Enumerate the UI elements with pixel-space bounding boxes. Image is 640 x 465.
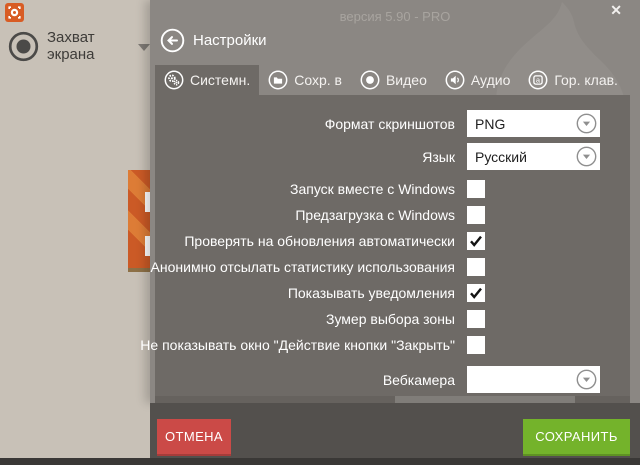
svg-text:a: a [536, 76, 541, 85]
row-no-close-dialog: Не показывать окно "Действие кнопки "Зак… [165, 332, 600, 358]
dropdown-arrow-icon [576, 146, 597, 167]
back-button[interactable] [160, 28, 185, 53]
row-notifications: Показывать уведомления [165, 280, 600, 306]
checkmark-icon [468, 285, 484, 301]
version-label: версия 5.90 - PRO [150, 9, 640, 24]
language-select-value: Русский [475, 149, 527, 165]
language-label: Язык [422, 149, 455, 165]
dropdown-arrow-icon [576, 113, 597, 134]
tab-label: Видео [386, 72, 427, 88]
auto-updates-label: Проверять на обновления автоматически [184, 233, 455, 249]
footer-bar: ОТМЕНА СОХРАНИТЬ [150, 403, 640, 458]
window-bottom-strip [0, 458, 640, 465]
autostart-label: Запуск вместе с Windows [290, 181, 455, 197]
chevron-down-icon [138, 44, 150, 51]
language-select[interactable]: Русский [467, 143, 600, 170]
preload-checkbox[interactable] [467, 206, 485, 224]
anon-stats-checkbox[interactable] [467, 258, 485, 276]
app-logo-icon [5, 3, 24, 22]
tab-system[interactable]: Системн. [155, 65, 259, 95]
row-screenshot-format: Формат скриншотов PNG [165, 110, 600, 137]
settings-header: Настройки [160, 28, 267, 53]
speaker-icon [445, 70, 465, 90]
save-button[interactable]: СОХРАНИТЬ [523, 419, 630, 456]
sidebar: Захват экрана [0, 0, 150, 465]
gears-icon [164, 70, 184, 90]
auto-updates-checkbox[interactable] [467, 232, 485, 250]
settings-tabs: Системн. Сохр. в Видео Аудио a Гор. клав. [155, 65, 627, 95]
tab-hotkeys[interactable]: a Гор. клав. [519, 65, 627, 95]
screenshot-format-label: Формат скриншотов [325, 116, 455, 132]
tab-label: Аудио [471, 72, 511, 88]
checkmark-icon [468, 233, 484, 249]
cancel-button[interactable]: ОТМЕНА [157, 419, 231, 456]
tab-label: Системн. [190, 72, 250, 88]
autostart-checkbox[interactable] [467, 180, 485, 198]
tab-audio[interactable]: Аудио [436, 65, 520, 95]
capture-mode-selector[interactable]: Захват экрана [8, 29, 150, 63]
key-a-icon: a [528, 70, 548, 90]
no-close-dialog-label: Не показывать окно "Действие кнопки "Зак… [140, 337, 455, 353]
row-auto-updates: Проверять на обновления автоматически [165, 228, 600, 254]
tab-video[interactable]: Видео [351, 65, 436, 95]
webcam-label: Вебкамера [383, 372, 455, 388]
row-autostart: Запуск вместе с Windows [165, 176, 600, 202]
folder-icon [268, 70, 288, 90]
record-icon [8, 31, 39, 62]
webcam-select[interactable] [467, 366, 600, 393]
no-close-dialog-checkbox[interactable] [467, 336, 485, 354]
settings-panel: версия 5.90 - PRO ✕ Настройки Системн. Со… [150, 0, 640, 403]
tab-label: Гор. клав. [554, 72, 618, 88]
row-preload: Предзагрузка с Windows [165, 202, 600, 228]
horizontal-scrollbar[interactable] [155, 396, 630, 403]
close-button[interactable]: ✕ [606, 0, 626, 21]
zone-buzzer-checkbox[interactable] [467, 310, 485, 328]
back-arrow-icon [160, 41, 185, 56]
page-title: Настройки [193, 32, 267, 49]
capture-mode-label: Захват экрана [47, 29, 127, 63]
dropdown-arrow-icon [576, 369, 597, 390]
preload-label: Предзагрузка с Windows [295, 207, 455, 223]
tab-save-to[interactable]: Сохр. в [259, 65, 351, 95]
screenshot-format-select-value: PNG [475, 116, 505, 132]
notifications-checkbox[interactable] [467, 284, 485, 302]
row-webcam: Вебкамера [165, 366, 600, 393]
tab-label: Сохр. в [294, 72, 342, 88]
screenshot-format-select[interactable]: PNG [467, 110, 600, 137]
notifications-label: Показывать уведомления [288, 285, 455, 301]
scrollbar-thumb[interactable] [395, 396, 575, 403]
zone-buzzer-label: Зумер выбора зоны [326, 311, 455, 327]
row-zone-buzzer: Зумер выбора зоны [165, 306, 600, 332]
anon-stats-label: Анонимно отсылать статистику использован… [151, 259, 455, 275]
row-language: Язык Русский [165, 143, 600, 170]
system-settings-card: Формат скриншотов PNG Язык Русский Запуск вм… [155, 95, 630, 403]
record-icon [360, 70, 380, 90]
row-anon-stats: Анонимно отсылать статистику использован… [165, 254, 600, 280]
background-window-fragment [128, 170, 150, 272]
